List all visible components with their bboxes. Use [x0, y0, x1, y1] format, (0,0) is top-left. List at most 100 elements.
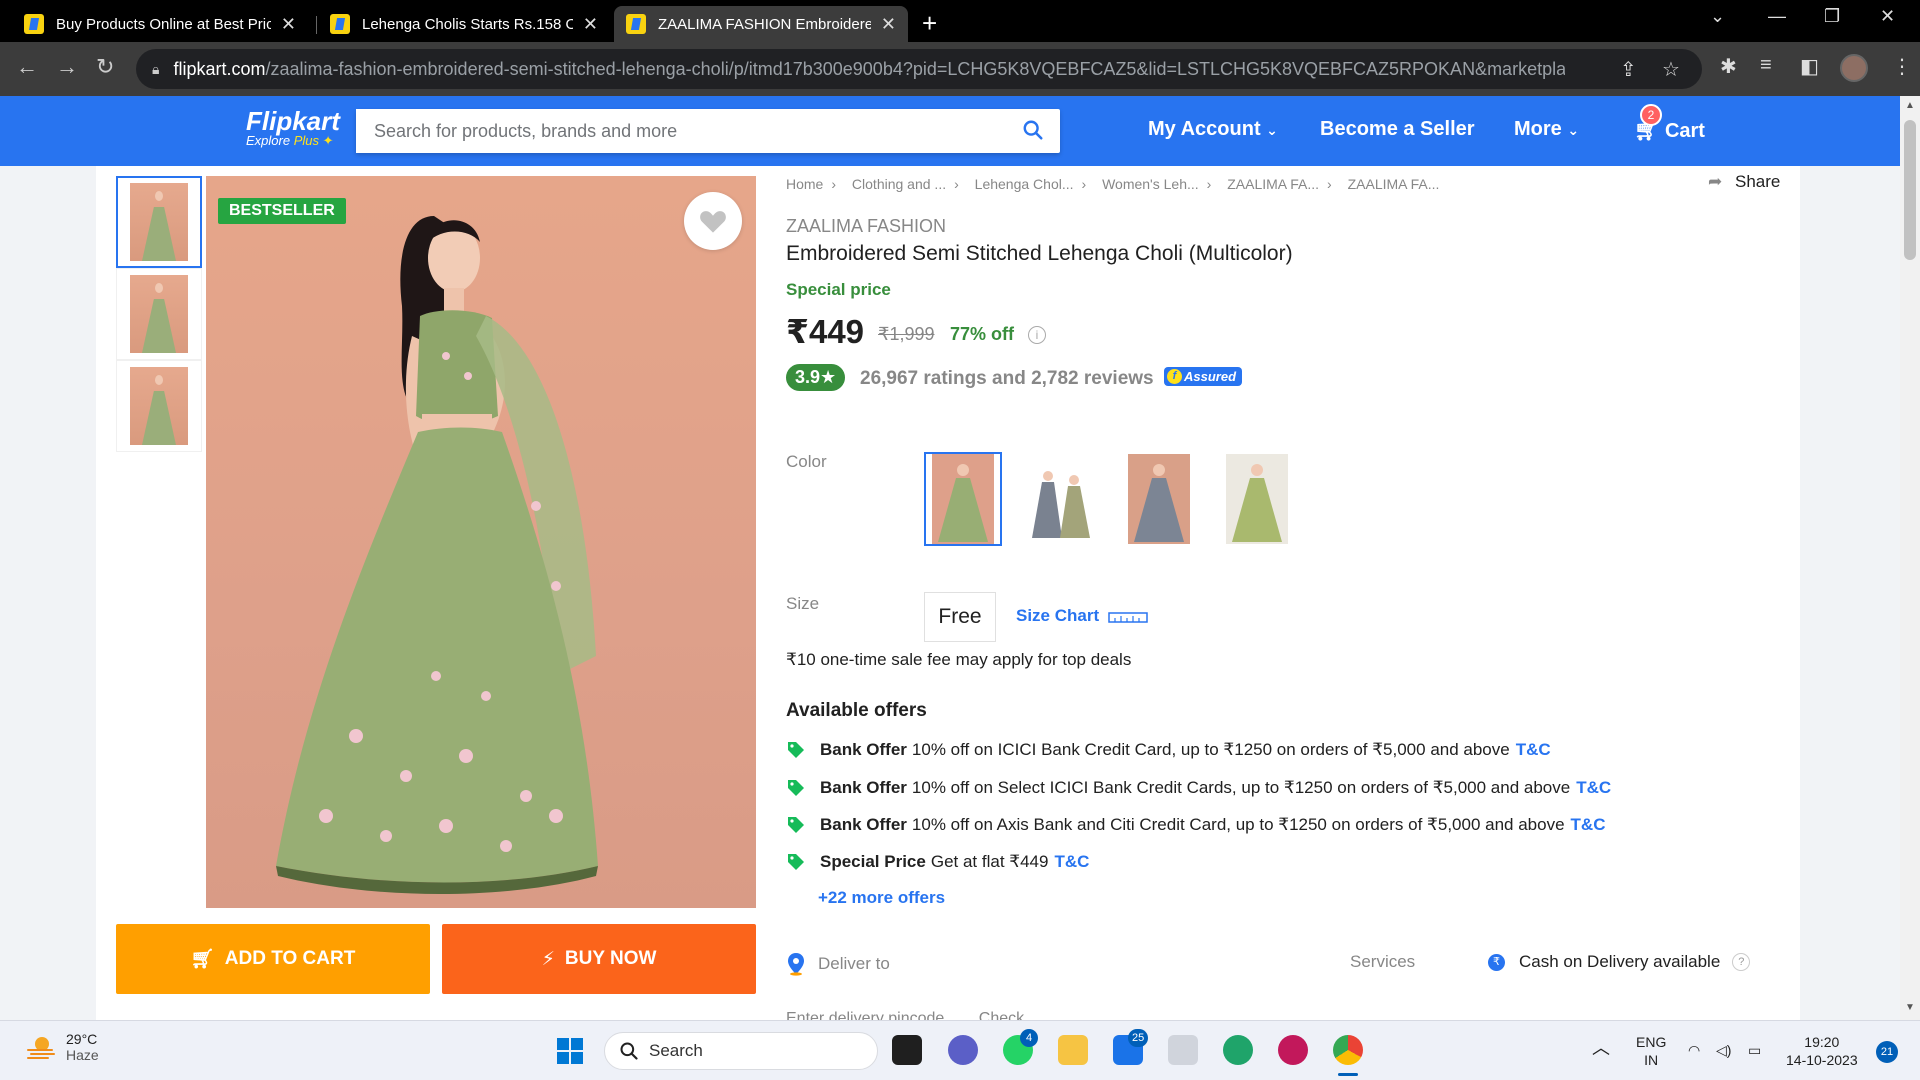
address-bar[interactable]: 🔒︎ flipkart.com /zaalima-fashion-embroid…	[136, 49, 1702, 89]
offer-text: Get at flat ₹449	[930, 852, 1049, 871]
document-app-icon[interactable]	[1168, 1035, 1198, 1065]
tray-chevron-up-icon[interactable]: ︿	[1592, 1039, 1610, 1057]
rating-badge[interactable]: 3.9★	[786, 364, 846, 391]
breadcrumb-separator-icon: ›	[1327, 176, 1332, 192]
deliver-to: Deliver to	[786, 952, 890, 976]
offer-tc-link[interactable]: T&C	[1576, 778, 1611, 798]
assured-label: Assured	[1184, 369, 1237, 384]
share-page-icon[interactable]: ⇪	[1620, 57, 1637, 82]
media-playlist-icon[interactable]: ≡	[1760, 54, 1772, 77]
bookmark-star-icon[interactable]: ☆	[1662, 57, 1680, 82]
lock-icon[interactable]: 🔒︎	[152, 61, 159, 78]
add-to-cart-button[interactable]: 🛒︎ ADD TO CART	[116, 924, 430, 994]
size-option-free[interactable]: Free	[924, 592, 996, 642]
thumbnail-item[interactable]	[116, 268, 202, 360]
color-swatch[interactable]	[1022, 452, 1100, 546]
url-host: flipkart.com	[173, 58, 266, 79]
thumbnail-item[interactable]	[116, 176, 202, 268]
color-swatch[interactable]	[1120, 452, 1198, 546]
price-info-icon[interactable]: i	[1028, 326, 1046, 344]
breadcrumb-item[interactable]: ZAALIMA FA...	[1348, 176, 1440, 192]
notification-count-badge[interactable]: 21	[1876, 1041, 1898, 1063]
cod-info: ₹ Cash on Delivery available ?	[1488, 952, 1751, 972]
close-tab-icon[interactable]: ✕	[583, 14, 598, 35]
offer-tc-link[interactable]: T&C	[1516, 740, 1551, 760]
back-icon[interactable]: ←	[16, 54, 38, 80]
scroll-down-icon[interactable]: ▼	[1905, 1002, 1915, 1013]
close-tab-icon[interactable]: ✕	[881, 14, 896, 35]
edge-browser-icon[interactable]	[1223, 1035, 1253, 1065]
thumbnail-item[interactable]	[116, 360, 202, 452]
weather-widget[interactable]: 29°C Haze	[26, 1031, 99, 1063]
windows-start-icon[interactable]	[556, 1037, 584, 1065]
browser-tab-active[interactable]: ZAALIMA FASHION Embroidered ✕	[614, 6, 908, 42]
help-icon[interactable]: ?	[1732, 953, 1751, 971]
offer-tc-link[interactable]: T&C	[1571, 815, 1606, 835]
close-window-icon[interactable]: ✕	[1880, 6, 1895, 27]
restore-icon[interactable]: ❐	[1824, 6, 1840, 27]
flipkart-logo[interactable]: Flipkart Explore Plus ✦	[246, 106, 340, 149]
product-main-image[interactable]: BESTSELLER	[206, 176, 756, 908]
new-tab-icon[interactable]: +	[922, 8, 937, 39]
taskbar-search-input[interactable]	[649, 1041, 849, 1061]
language-indicator[interactable]: ENG IN	[1636, 1033, 1666, 1069]
original-price: ₹1,999	[878, 324, 935, 344]
color-swatch[interactable]	[924, 452, 1002, 546]
search-icon[interactable]	[1022, 119, 1044, 141]
breadcrumb-separator-icon: ›	[831, 176, 837, 192]
color-swatch[interactable]	[1218, 452, 1296, 546]
clock[interactable]: 19:20 14-10-2023	[1786, 1033, 1858, 1069]
scroll-up-icon[interactable]: ▲	[1905, 100, 1915, 111]
language-line-2: IN	[1644, 1052, 1659, 1068]
logo-tagline-plus: Plus	[293, 133, 319, 148]
breadcrumb-item[interactable]: Lehenga Chol...	[975, 176, 1074, 192]
cart-icon: 🛒︎	[190, 949, 215, 970]
taskbar-search[interactable]	[604, 1032, 878, 1070]
ratings-reviews-count[interactable]: 26,967 ratings and 2,782 reviews	[860, 368, 1154, 390]
become-seller-link[interactable]: Become a Seller	[1320, 118, 1475, 141]
side-panel-icon[interactable]: ◧	[1800, 54, 1819, 79]
browser-menu-icon[interactable]: ⋮	[1892, 54, 1912, 79]
bestseller-badge: BESTSELLER	[218, 198, 346, 224]
discount-percent: 77% off	[950, 324, 1015, 344]
cart-label: Cart	[1664, 120, 1705, 142]
buy-now-button[interactable]: ⚡︎ BUY NOW	[442, 924, 756, 994]
page-scrollbar[interactable]: ▲ ▼	[1900, 96, 1920, 1020]
breadcrumb-item[interactable]: Home	[786, 176, 823, 192]
heart-icon	[700, 211, 726, 233]
chevron-down-icon: ⌄	[1567, 122, 1580, 138]
battery-icon[interactable]: ▭	[1748, 1041, 1761, 1059]
share-arrow-icon: ➦	[1708, 172, 1723, 191]
search-input[interactable]	[356, 109, 996, 153]
extensions-puzzle-icon[interactable]: ✱	[1720, 54, 1737, 79]
product-brand[interactable]: ZAALIMA FASHION	[786, 216, 946, 237]
reload-icon[interactable]: ↻	[96, 54, 114, 80]
wishlist-button[interactable]	[684, 192, 742, 250]
volume-icon[interactable]: ◁)	[1716, 1041, 1731, 1059]
task-view-icon[interactable]	[892, 1035, 922, 1065]
breadcrumb-item[interactable]: Women's Leh...	[1102, 176, 1199, 192]
flipkart-favicon-icon	[330, 14, 350, 34]
scrollbar-thumb[interactable]	[1904, 120, 1916, 260]
my-account-menu[interactable]: My Account ⌄	[1148, 118, 1278, 141]
chrome-icon[interactable]	[1333, 1035, 1363, 1065]
share-button[interactable]: ➦ Share	[1708, 172, 1780, 192]
tab-divider	[316, 16, 317, 34]
more-offers-link[interactable]: +22 more offers	[818, 888, 945, 908]
offer-tc-link[interactable]: T&C	[1054, 852, 1089, 872]
browser-tab[interactable]: Lehenga Cholis Starts Rs.158 Onl ✕	[318, 6, 610, 42]
breadcrumb-item[interactable]: ZAALIMA FA...	[1227, 176, 1319, 192]
tab-search-chevron-icon[interactable]: ⌄	[1710, 6, 1725, 27]
wifi-icon[interactable]: ◠	[1688, 1041, 1700, 1059]
browser-tab[interactable]: Buy Products Online at Best Price ✕	[12, 6, 308, 42]
breadcrumb-item[interactable]: Clothing and ...	[852, 176, 946, 192]
wps-office-icon[interactable]	[1278, 1035, 1308, 1065]
size-chart-link[interactable]: Size Chart	[1016, 606, 1148, 626]
file-explorer-icon[interactable]	[1058, 1035, 1088, 1065]
forward-icon[interactable]: →	[56, 54, 78, 80]
teams-chat-icon[interactable]	[948, 1035, 978, 1065]
more-menu[interactable]: More ⌄	[1514, 118, 1579, 141]
close-tab-icon[interactable]: ✕	[281, 14, 296, 35]
minimize-icon[interactable]: —	[1768, 6, 1786, 27]
profile-avatar[interactable]	[1840, 54, 1868, 82]
